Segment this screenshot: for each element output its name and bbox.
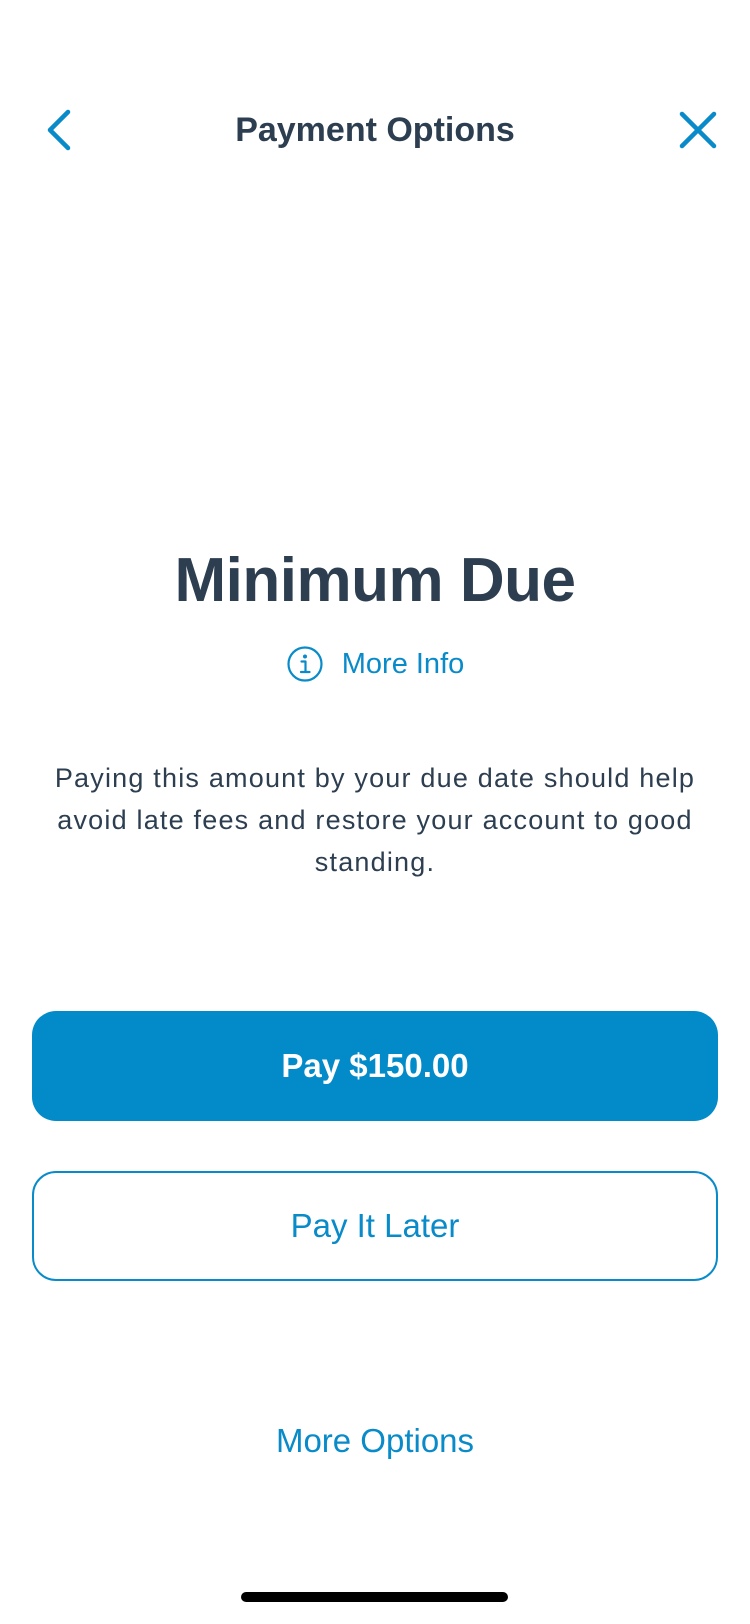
pay-button[interactable]: Pay $150.00 [32, 1011, 718, 1121]
home-indicator[interactable] [241, 1592, 508, 1602]
minimum-due-heading: Minimum Due [174, 546, 576, 615]
close-icon [679, 111, 717, 149]
close-button[interactable] [668, 100, 728, 160]
more-info-label: More Info [341, 647, 465, 680]
page-title: Payment Options [235, 111, 515, 149]
more-info-link[interactable]: More Info [0, 642, 750, 686]
minimum-due-description: Paying this amount by your due date shou… [54, 763, 696, 877]
info-circle-icon [287, 646, 323, 682]
more-options-link[interactable]: More Options [0, 1416, 750, 1466]
navigation-bar: Payment Options [0, 90, 750, 170]
pay-later-button[interactable]: Pay It Later [32, 1171, 718, 1281]
